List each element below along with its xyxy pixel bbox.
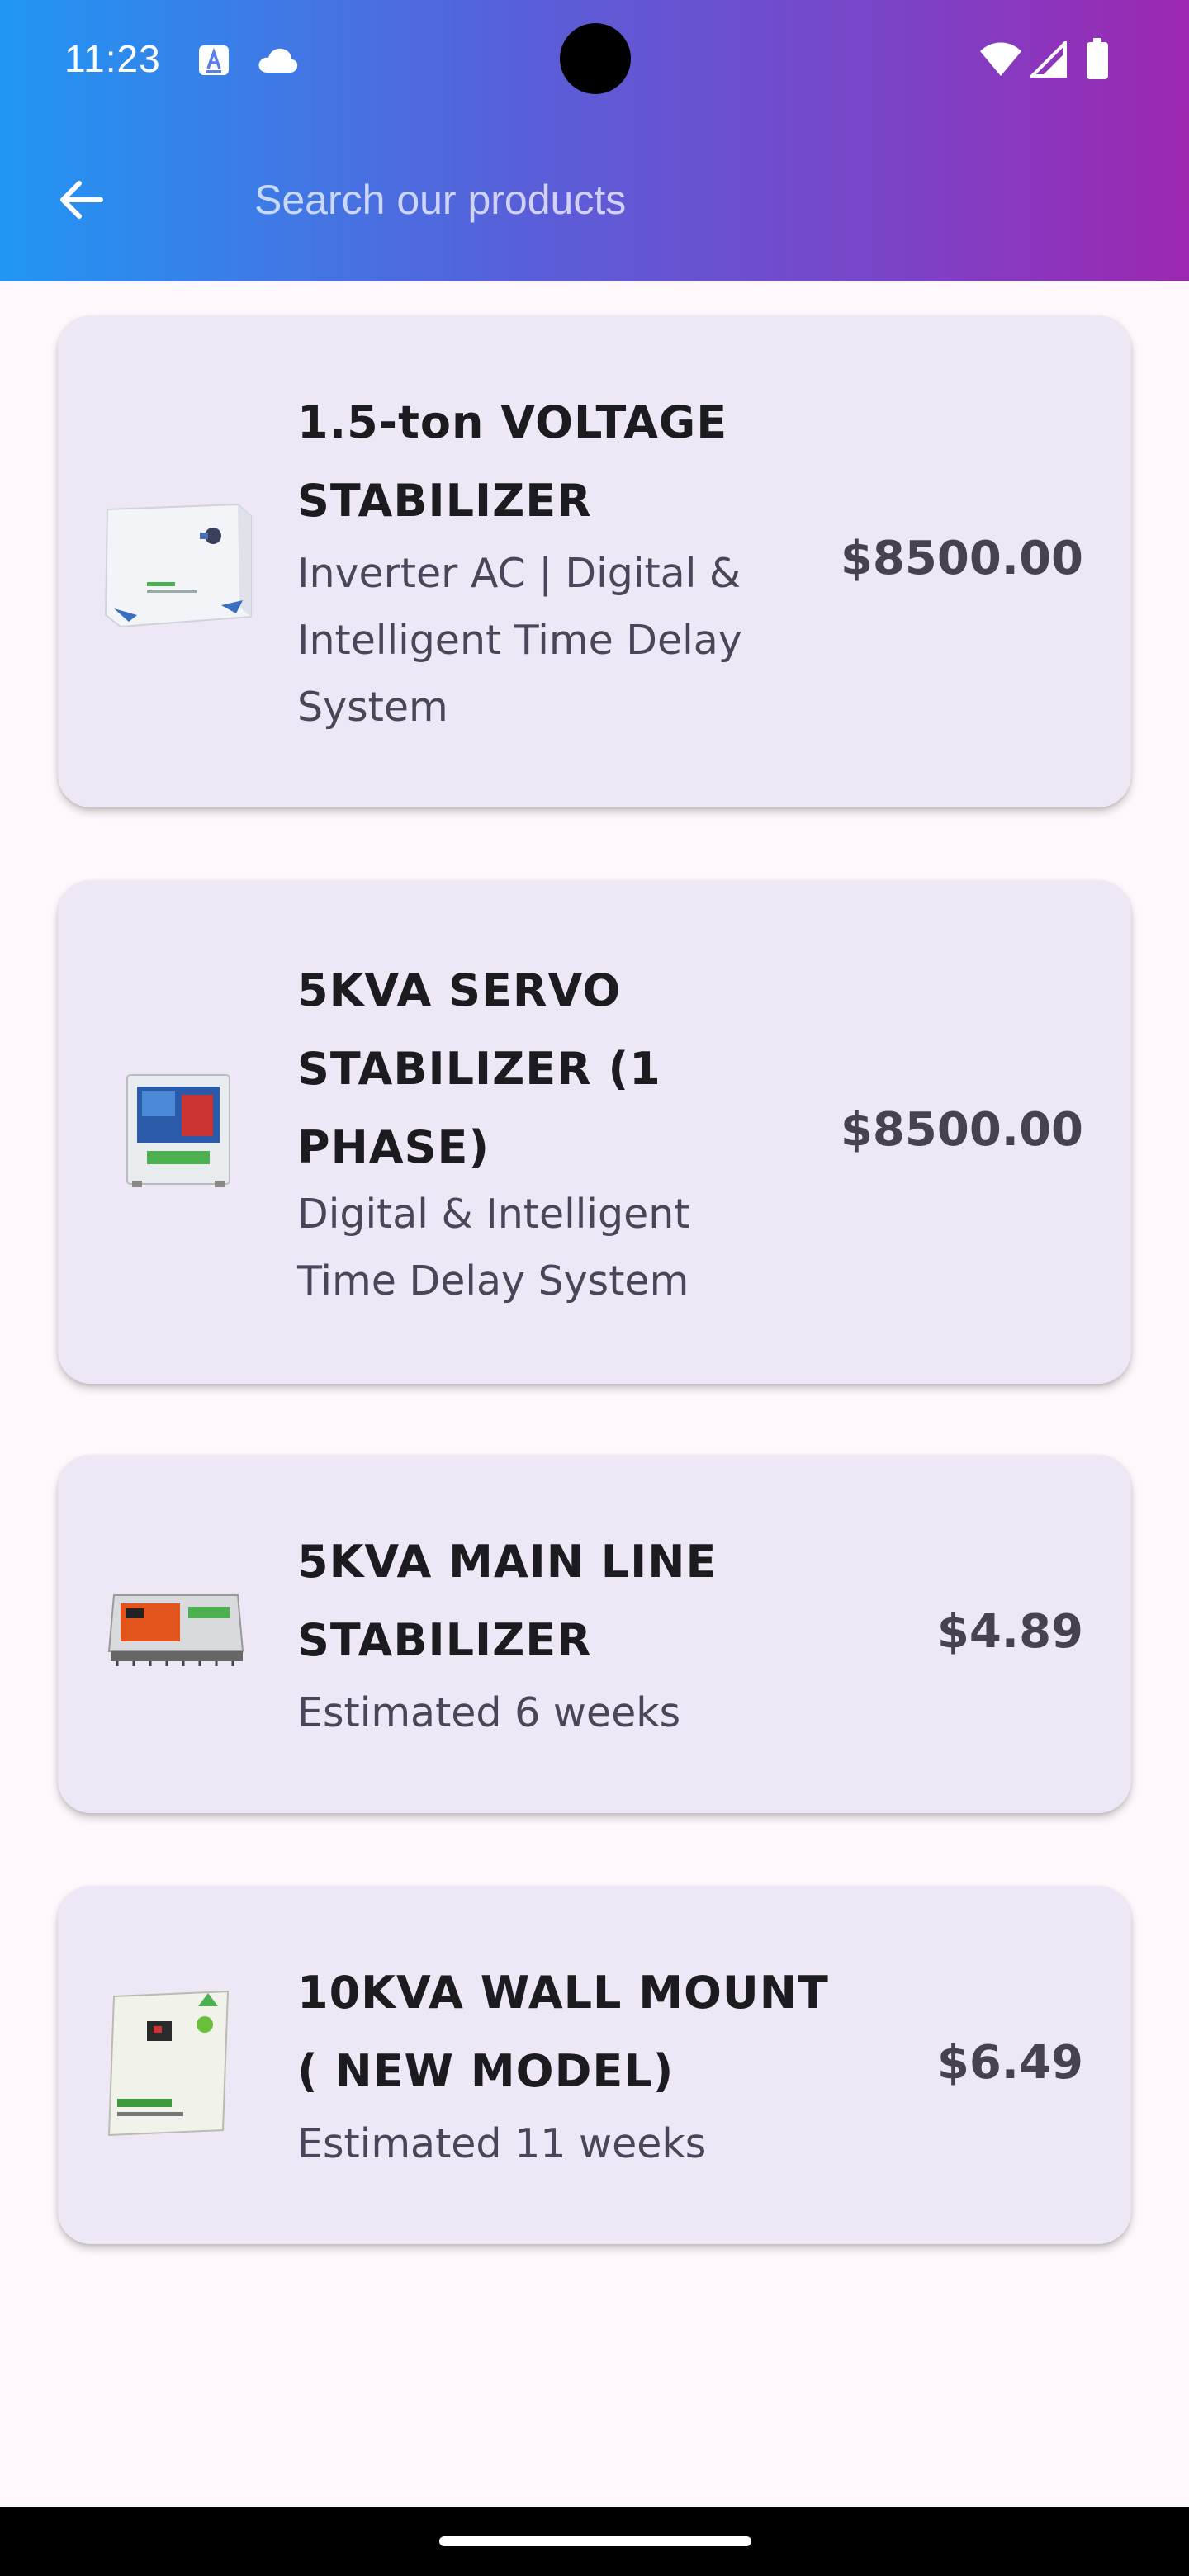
product-subtitle: Digital & Intelligent Time Delay System (297, 1191, 690, 1305)
main-line-stabilizer-image (107, 1594, 244, 1666)
back-button[interactable] (40, 159, 122, 241)
product-card[interactable]: 1.5-ton VOLTAGE STABILIZER Inverter AC |… (58, 315, 1131, 807)
battery-icon (1087, 38, 1108, 79)
camera-cutout (560, 23, 631, 94)
product-title: 10KVA WALL MOUNT ( NEW MODEL) (297, 1967, 829, 2097)
search-input[interactable] (239, 165, 1095, 234)
arrow-left-icon (60, 181, 103, 219)
product-price: $4.89 (936, 1605, 1083, 1659)
wifi-icon (980, 42, 1021, 76)
product-subtitle: Estimated 6 weeks (297, 1689, 681, 1736)
product-price: $6.49 (936, 2036, 1083, 2090)
product-title: 5KVA SERVO STABILIZER (1 PHASE) (297, 964, 661, 1173)
a-notification-icon (199, 45, 229, 75)
product-price: $8500.00 (840, 1103, 1083, 1157)
product-title: 1.5-ton VOLTAGE STABILIZER (297, 396, 728, 527)
product-card[interactable]: 5KVA MAIN LINE STABILIZER Estimated 6 we… (58, 1455, 1131, 1813)
wall-mount-stabilizer-image (107, 1990, 230, 2137)
status-time: 11:23 (64, 37, 161, 80)
product-subtitle: Inverter AC | Digital & Intelligent Time… (297, 550, 742, 731)
product-card[interactable]: 5KVA SERVO STABILIZER (1 PHASE) Digital … (58, 880, 1131, 1384)
system-navigation-bar (0, 2507, 1189, 2576)
status-bar: 11:23 (0, 0, 1189, 119)
product-price: $8500.00 (840, 532, 1083, 585)
product-card[interactable]: 10KVA WALL MOUNT ( NEW MODEL) Estimated … (58, 1886, 1131, 2244)
signal-icon (1030, 41, 1067, 78)
servo-stabilizer-image (126, 1074, 230, 1187)
home-indicator[interactable] (439, 2536, 751, 2546)
app-bar: 11:23 (0, 0, 1189, 281)
product-title: 5KVA MAIN LINE STABILIZER (297, 1536, 718, 1666)
white-voltage-stabilizer-image (104, 503, 252, 628)
product-subtitle: Estimated 11 weeks (297, 2120, 707, 2167)
toolbar (0, 140, 1189, 264)
cloud-icon (258, 48, 298, 73)
